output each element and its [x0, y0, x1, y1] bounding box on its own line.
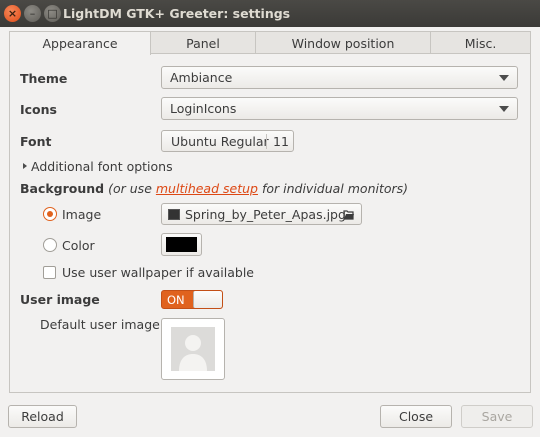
additional-font-options-expander[interactable]: Additional font options: [31, 159, 173, 174]
font-size: 11: [273, 134, 289, 149]
multihead-setup-link[interactable]: multihead setup: [156, 181, 258, 196]
default-user-image-button[interactable]: [161, 318, 225, 380]
image-file-icon: [168, 208, 180, 220]
switch-on-label: ON: [167, 293, 185, 307]
default-user-image-label: Default user image: [40, 317, 160, 332]
background-label: Background: [20, 181, 105, 196]
maximize-icon: □: [47, 7, 58, 20]
default-avatar-icon: [171, 327, 215, 371]
icons-value: LoginIcons: [170, 101, 237, 116]
title-bar: × – □ LightDM GTK+ Greeter: settings: [0, 0, 540, 27]
minimize-window-button[interactable]: –: [24, 5, 41, 22]
chevron-down-icon: [499, 75, 509, 81]
maximize-window-button[interactable]: □: [44, 5, 61, 22]
background-note-suffix: for individual monitors): [261, 181, 409, 196]
icons-label: Icons: [20, 102, 57, 117]
icons-combobox[interactable]: LoginIcons: [161, 97, 518, 120]
use-user-wallpaper-label[interactable]: Use user wallpaper if available: [62, 265, 254, 280]
image-radio-label[interactable]: Image: [62, 207, 101, 222]
minimize-icon: –: [29, 7, 36, 20]
window-title: LightDM GTK+ Greeter: settings: [63, 6, 291, 21]
folder-open-icon: [343, 210, 354, 220]
close-button[interactable]: Close: [380, 405, 452, 428]
font-separator: [266, 134, 267, 149]
tab-appearance[interactable]: Appearance: [9, 31, 151, 55]
save-button[interactable]: Save: [461, 405, 533, 428]
tab-window-position[interactable]: Window position: [255, 31, 431, 54]
color-radio[interactable]: [43, 238, 57, 252]
color-swatch: [166, 237, 197, 252]
user-image-label: User image: [20, 292, 100, 307]
chevron-down-icon: [499, 106, 509, 112]
theme-label: Theme: [20, 71, 68, 86]
background-heading: Background (or use multihead setup for i…: [20, 181, 408, 196]
color-chooser-button[interactable]: [161, 233, 202, 256]
theme-combobox[interactable]: Ambiance: [161, 66, 518, 89]
color-radio-label[interactable]: Color: [62, 238, 95, 253]
reload-button[interactable]: Reload: [8, 405, 77, 428]
expander-arrow-icon[interactable]: [23, 163, 27, 169]
image-file-name: Spring_by_Peter_Apas.jpg: [185, 206, 346, 222]
user-image-switch[interactable]: ON: [161, 290, 223, 309]
theme-value: Ambiance: [170, 70, 233, 85]
use-user-wallpaper-checkbox[interactable]: [43, 266, 56, 279]
image-file-chooser[interactable]: Spring_by_Peter_Apas.jpg: [161, 203, 362, 225]
font-name: Ubuntu Regular: [171, 133, 269, 149]
tab-panel[interactable]: Panel: [150, 31, 256, 54]
tab-misc[interactable]: Misc.: [430, 31, 531, 54]
font-chooser-button[interactable]: Ubuntu Regular 11: [161, 130, 294, 152]
switch-knob: [193, 291, 222, 308]
image-radio[interactable]: [43, 207, 57, 221]
action-bar: Reload Close Save: [0, 393, 540, 437]
background-note-prefix: (or use: [108, 181, 152, 196]
close-icon: ×: [7, 7, 18, 20]
close-window-button[interactable]: ×: [4, 5, 21, 22]
tab-bar: Appearance Panel Window position Misc.: [9, 31, 531, 55]
font-label: Font: [20, 134, 52, 149]
